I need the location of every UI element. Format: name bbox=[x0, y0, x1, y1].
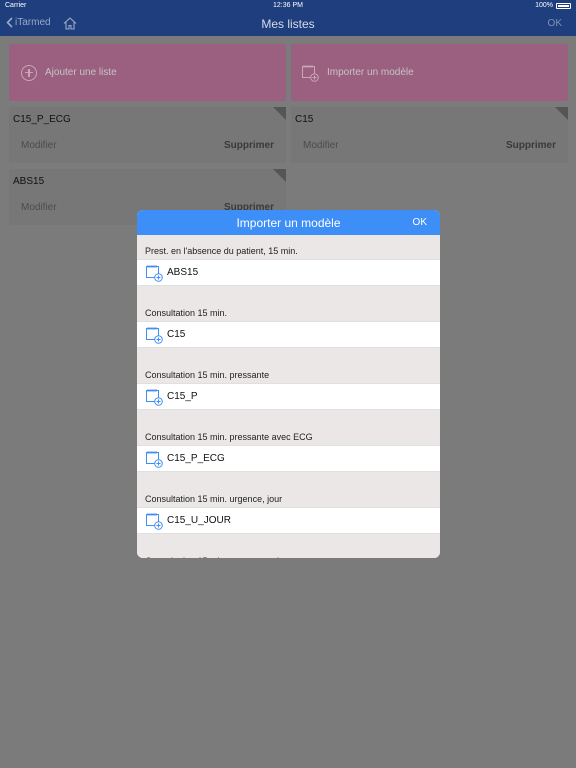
list-name: C15_P_ECG bbox=[13, 114, 71, 125]
section-gap bbox=[137, 534, 440, 545]
model-row[interactable]: C15 bbox=[137, 321, 440, 348]
import-model-dialog: Importer un modèle OK Prest. en l'absenc… bbox=[137, 210, 440, 558]
card-corner-marker bbox=[273, 169, 286, 182]
list-add-icon bbox=[146, 512, 163, 530]
model-row[interactable]: C15_P bbox=[137, 383, 440, 410]
battery-status: 100% bbox=[535, 0, 571, 12]
import-model-label: Importer un modèle bbox=[327, 67, 414, 78]
list-add-icon bbox=[146, 326, 163, 344]
dialog-header: Importer un modèle OK bbox=[137, 210, 440, 235]
list-add-icon bbox=[146, 450, 163, 468]
status-bar: Carrier 12:36 PM 100% bbox=[0, 0, 576, 12]
delete-button[interactable]: Supprimer bbox=[506, 140, 556, 151]
model-list[interactable]: Prest. en l'absence du patient, 15 min. … bbox=[137, 235, 440, 558]
section-header: Consultation 15 min. urgence, nuit bbox=[137, 545, 440, 558]
model-row[interactable]: C15_U_JOUR bbox=[137, 507, 440, 534]
modify-button[interactable]: Modifier bbox=[21, 140, 57, 151]
import-model-button[interactable]: Importer un modèle bbox=[291, 44, 568, 101]
section-gap bbox=[137, 348, 440, 359]
card-corner-marker bbox=[273, 107, 286, 120]
section-header: Consultation 15 min. bbox=[137, 297, 440, 321]
list-add-icon bbox=[146, 388, 163, 406]
section-header: Prest. en l'absence du patient, 15 min. bbox=[137, 235, 440, 259]
nav-bar: iTarmed Mes listes OK bbox=[0, 12, 576, 36]
model-row[interactable]: ABS15 bbox=[137, 259, 440, 286]
battery-icon bbox=[556, 3, 571, 9]
model-name: C15_P_ECG bbox=[167, 453, 225, 464]
modify-button[interactable]: Modifier bbox=[21, 202, 57, 213]
dialog-ok-button[interactable]: OK bbox=[413, 217, 427, 228]
model-name: C15 bbox=[167, 329, 186, 340]
list-card[interactable]: C15 Modifier Supprimer bbox=[291, 107, 568, 163]
model-name: C15_U_JOUR bbox=[167, 515, 231, 526]
section-gap bbox=[137, 286, 440, 297]
list-add-icon bbox=[302, 64, 319, 82]
delete-button[interactable]: Supprimer bbox=[224, 140, 274, 151]
battery-percent: 100% bbox=[535, 2, 553, 9]
list-card[interactable]: C15_P_ECG Modifier Supprimer bbox=[9, 107, 286, 163]
dialog-title: Importer un modèle bbox=[236, 216, 341, 230]
plus-circle-icon bbox=[21, 64, 37, 81]
list-add-icon bbox=[146, 264, 163, 282]
nav-ok-button[interactable]: OK bbox=[548, 18, 562, 29]
modify-button[interactable]: Modifier bbox=[303, 140, 339, 151]
section-gap bbox=[137, 410, 440, 421]
add-list-button[interactable]: Ajouter une liste bbox=[9, 44, 286, 101]
section-header: Consultation 15 min. pressante avec ECG bbox=[137, 421, 440, 445]
section-header: Consultation 15 min. pressante bbox=[137, 359, 440, 383]
page-title: Mes listes bbox=[261, 17, 315, 31]
clock: 12:36 PM bbox=[273, 2, 303, 9]
section-gap bbox=[137, 472, 440, 483]
model-name: C15_P bbox=[167, 391, 198, 402]
list-name: C15 bbox=[295, 114, 314, 125]
card-corner-marker bbox=[555, 107, 568, 120]
model-row[interactable]: C15_P_ECG bbox=[137, 445, 440, 472]
list-name: ABS15 bbox=[13, 176, 45, 187]
model-name: ABS15 bbox=[167, 267, 199, 278]
add-list-label: Ajouter une liste bbox=[45, 67, 117, 78]
section-header: Consultation 15 min. urgence, jour bbox=[137, 483, 440, 507]
